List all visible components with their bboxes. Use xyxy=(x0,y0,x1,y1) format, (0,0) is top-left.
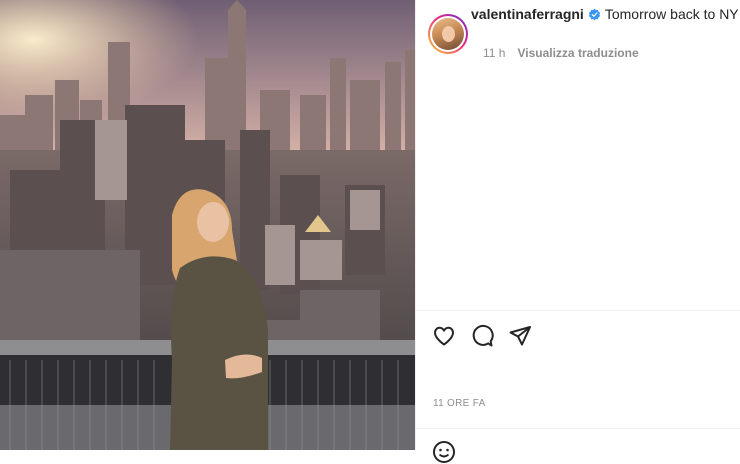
see-translation-button[interactable]: Visualizza traduzione xyxy=(517,46,638,60)
post-actions xyxy=(432,324,532,348)
divider xyxy=(416,310,740,311)
comment-icon[interactable] xyxy=(470,324,494,348)
post-timestamp: 11 ORE FA xyxy=(433,398,486,409)
share-icon[interactable] xyxy=(508,324,532,348)
comment-bar xyxy=(432,440,456,464)
caption-line: valentinaferragni Tomorrow back to NY xyxy=(471,6,739,22)
post-side-panel: valentinaferragni Tomorrow back to NY 11… xyxy=(415,0,740,463)
post-photo[interactable] xyxy=(0,0,415,450)
avatar[interactable] xyxy=(428,14,468,54)
verified-badge-icon xyxy=(588,8,601,20)
caption-text: Tomorrow back to NY xyxy=(604,6,739,22)
city-skyline-photo xyxy=(0,0,415,450)
username-link[interactable]: valentinaferragni xyxy=(471,6,584,22)
emoji-icon[interactable] xyxy=(432,440,456,464)
post-meta: 11 h Visualizza traduzione xyxy=(483,46,639,60)
post-header xyxy=(428,14,468,58)
divider xyxy=(416,428,740,429)
heart-icon[interactable] xyxy=(432,324,456,348)
time-ago: 11 h xyxy=(483,46,506,60)
